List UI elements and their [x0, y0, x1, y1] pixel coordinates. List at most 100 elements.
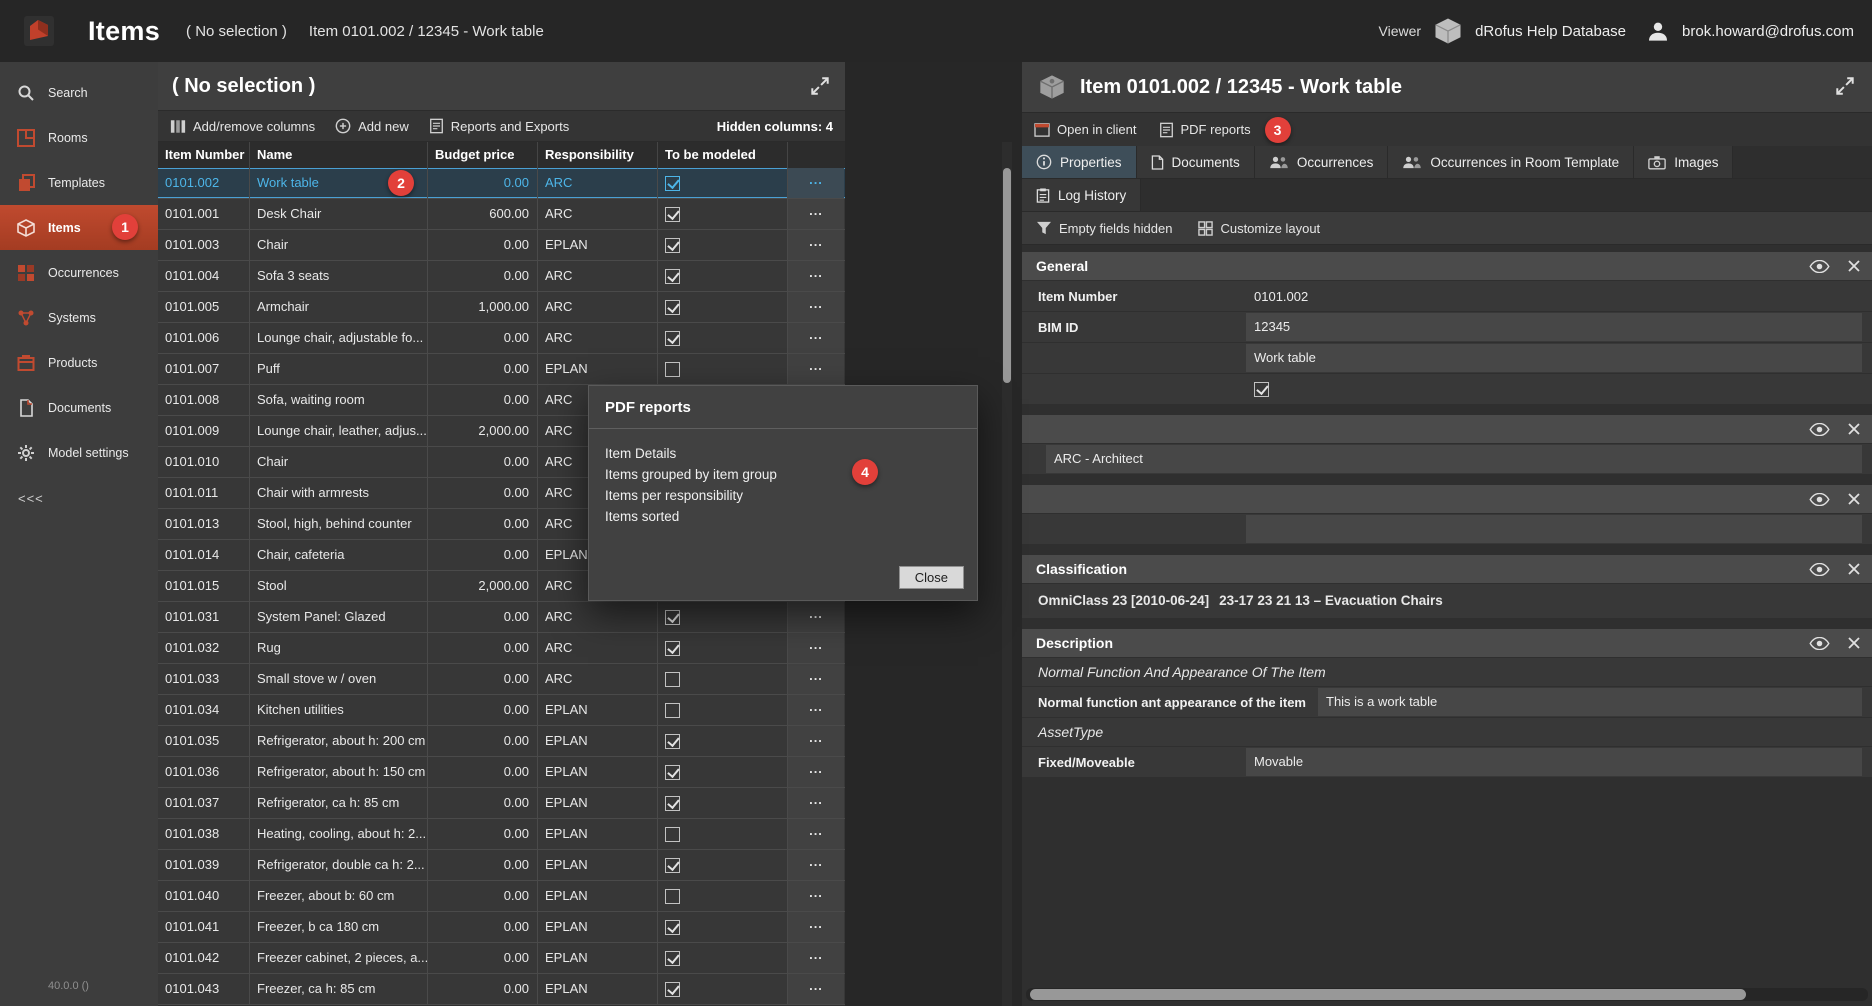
- sidebar-item-model-settings[interactable]: Model settings: [0, 430, 158, 475]
- sidebar-item-occurrences[interactable]: Occurrences: [0, 250, 158, 295]
- table-row[interactable]: 0101.003 Chair 0.00 EPLAN ...: [158, 230, 845, 261]
- to-be-modeled-checkbox[interactable]: [665, 300, 680, 315]
- row-actions-button[interactable]: ...: [788, 199, 844, 229]
- empty-input[interactable]: [1246, 515, 1862, 543]
- tab-occurrences[interactable]: Occurrences: [1255, 146, 1389, 179]
- table-row[interactable]: 0101.007 Puff 0.00 EPLAN ...: [158, 354, 845, 385]
- table-row[interactable]: 0101.039 Refrigerator, double ca h: 2...…: [158, 850, 845, 881]
- table-row[interactable]: 0101.001 Desk Chair 600.00 ARC ...: [158, 199, 845, 230]
- row-actions-button[interactable]: ...: [788, 912, 844, 942]
- pdf-reports-button[interactable]: PDF reports: [1159, 122, 1251, 138]
- to-be-modeled-checkbox[interactable]: [665, 982, 680, 997]
- column-header-budget-price[interactable]: Budget price: [428, 142, 538, 168]
- pdf-report-option[interactable]: Items per responsibility: [605, 485, 961, 506]
- row-actions-button[interactable]: ...: [788, 819, 844, 849]
- to-be-modeled-checkbox[interactable]: [1254, 382, 1269, 397]
- close-icon[interactable]: [1848, 423, 1860, 435]
- row-actions-button[interactable]: ...: [788, 354, 844, 384]
- scrollbar-thumb[interactable]: [1030, 989, 1746, 1000]
- fixed-moveable-input[interactable]: Movable: [1246, 748, 1862, 776]
- pdf-report-option[interactable]: Items sorted: [605, 506, 961, 527]
- eye-icon[interactable]: [1809, 260, 1830, 273]
- table-row[interactable]: 0101.033 Small stove w / oven 0.00 ARC .…: [158, 664, 845, 695]
- to-be-modeled-checkbox[interactable]: [665, 207, 680, 222]
- sidebar-collapse-button[interactable]: <<<: [18, 491, 158, 506]
- sidebar-item-search[interactable]: Search: [0, 70, 158, 115]
- table-row[interactable]: 0101.005 Armchair 1,000.00 ARC ...: [158, 292, 845, 323]
- sidebar-item-items[interactable]: Items 1: [0, 205, 158, 250]
- sidebar-item-documents[interactable]: Documents: [0, 385, 158, 430]
- eye-icon[interactable]: [1809, 423, 1830, 436]
- tab-properties[interactable]: Properties: [1022, 146, 1137, 179]
- row-actions-button[interactable]: ...: [788, 757, 844, 787]
- pdf-report-option[interactable]: Item Details: [605, 443, 961, 464]
- row-actions-button[interactable]: ...: [788, 168, 844, 198]
- detail-horizontal-scrollbar[interactable]: [1026, 988, 1868, 1001]
- to-be-modeled-checkbox[interactable]: [665, 734, 680, 749]
- table-row[interactable]: 0101.032 Rug 0.00 ARC ...: [158, 633, 845, 664]
- row-actions-button[interactable]: ...: [788, 323, 844, 353]
- sidebar-item-systems[interactable]: Systems: [0, 295, 158, 340]
- close-button[interactable]: Close: [899, 566, 964, 589]
- table-row[interactable]: 0101.037 Refrigerator, ca h: 85 cm 0.00 …: [158, 788, 845, 819]
- customize-layout-button[interactable]: Customize layout: [1198, 221, 1320, 236]
- row-actions-button[interactable]: ...: [788, 292, 844, 322]
- to-be-modeled-checkbox[interactable]: [665, 641, 680, 656]
- sidebar-item-products[interactable]: Products: [0, 340, 158, 385]
- column-header-item-number[interactable]: Item Number: [158, 142, 250, 168]
- open-in-client-button[interactable]: Open in client: [1034, 122, 1137, 137]
- list-vertical-scrollbar[interactable]: [1002, 142, 1012, 1006]
- to-be-modeled-checkbox[interactable]: [665, 765, 680, 780]
- table-row[interactable]: 0101.006 Lounge chair, adjustable fo... …: [158, 323, 845, 354]
- to-be-modeled-checkbox[interactable]: [665, 362, 680, 377]
- item-name-input[interactable]: Work table: [1246, 344, 1862, 372]
- to-be-modeled-checkbox[interactable]: [665, 238, 680, 253]
- to-be-modeled-checkbox[interactable]: [665, 920, 680, 935]
- eye-icon[interactable]: [1809, 637, 1830, 650]
- eye-icon[interactable]: [1809, 493, 1830, 506]
- table-row[interactable]: 0101.034 Kitchen utilities 0.00 EPLAN ..…: [158, 695, 845, 726]
- table-row[interactable]: 0101.040 Freezer, about b: 60 cm 0.00 EP…: [158, 881, 845, 912]
- close-icon[interactable]: [1848, 637, 1860, 649]
- row-actions-button[interactable]: ...: [788, 881, 844, 911]
- row-actions-button[interactable]: ...: [788, 695, 844, 725]
- table-row[interactable]: 0101.004 Sofa 3 seats 0.00 ARC ...: [158, 261, 845, 292]
- expand-icon[interactable]: [1834, 75, 1856, 97]
- responsibility-input[interactable]: ARC - Architect: [1046, 445, 1862, 473]
- to-be-modeled-checkbox[interactable]: [665, 889, 680, 904]
- close-icon[interactable]: [1848, 493, 1860, 505]
- sidebar-item-templates[interactable]: Templates: [0, 160, 158, 205]
- row-actions-button[interactable]: ...: [788, 602, 844, 632]
- add-new-button[interactable]: Add new: [335, 118, 409, 134]
- table-row[interactable]: 0101.036 Refrigerator, about h: 150 cm 0…: [158, 757, 845, 788]
- row-actions-button[interactable]: ...: [788, 633, 844, 663]
- to-be-modeled-checkbox[interactable]: [665, 269, 680, 284]
- to-be-modeled-checkbox[interactable]: [665, 331, 680, 346]
- close-icon[interactable]: [1848, 563, 1860, 575]
- row-actions-button[interactable]: ...: [788, 664, 844, 694]
- close-icon[interactable]: [1848, 260, 1860, 272]
- to-be-modeled-checkbox[interactable]: [665, 672, 680, 687]
- table-row[interactable]: 0101.042 Freezer cabinet, 2 pieces, a...…: [158, 943, 845, 974]
- column-header-to-be-modeled[interactable]: To be modeled: [658, 142, 788, 168]
- row-actions-button[interactable]: ...: [788, 726, 844, 756]
- tab-log-history[interactable]: Log History: [1022, 179, 1141, 212]
- table-row[interactable]: 0101.038 Heating, cooling, about h: 2...…: [158, 819, 845, 850]
- to-be-modeled-checkbox[interactable]: [665, 610, 680, 625]
- tab-documents[interactable]: Documents: [1137, 146, 1255, 179]
- eye-icon[interactable]: [1809, 563, 1830, 576]
- to-be-modeled-checkbox[interactable]: [665, 827, 680, 842]
- row-actions-button[interactable]: ...: [788, 850, 844, 880]
- to-be-modeled-checkbox[interactable]: [665, 858, 680, 873]
- column-header-name[interactable]: Name: [250, 142, 428, 168]
- row-actions-button[interactable]: ...: [788, 943, 844, 973]
- table-row[interactable]: 0101.043 Freezer, ca h: 85 cm 0.00 EPLAN…: [158, 974, 845, 1005]
- table-row[interactable]: 0101.035 Refrigerator, about h: 200 cm 0…: [158, 726, 845, 757]
- table-row[interactable]: 0101.041 Freezer, b ca 180 cm 0.00 EPLAN…: [158, 912, 845, 943]
- table-row[interactable]: 0101.031 System Panel: Glazed 0.00 ARC .…: [158, 602, 845, 633]
- appearance-input[interactable]: This is a work table: [1318, 688, 1862, 716]
- pdf-report-option[interactable]: Items grouped by item group: [605, 464, 961, 485]
- to-be-modeled-checkbox[interactable]: [665, 703, 680, 718]
- column-header-responsibility[interactable]: Responsibility: [538, 142, 658, 168]
- row-actions-button[interactable]: ...: [788, 230, 844, 260]
